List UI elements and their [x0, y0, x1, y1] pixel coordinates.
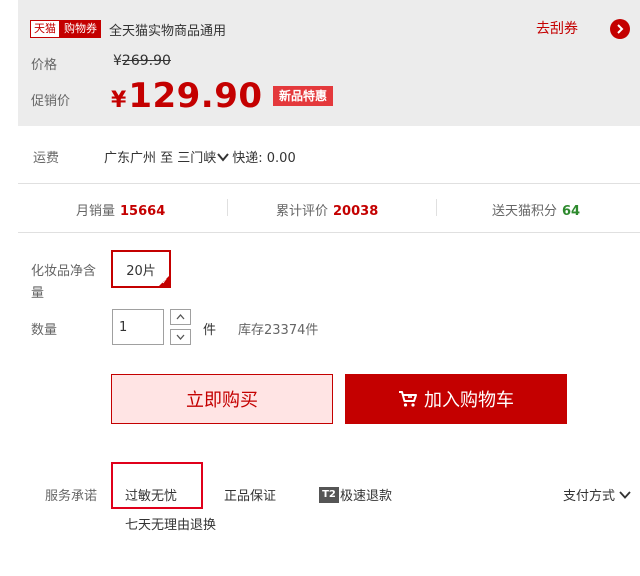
tmall-points: 送天猫积分 64 — [492, 200, 580, 219]
promo-price-label: 促销价 — [31, 94, 71, 109]
scratch-coupon-arrow-button[interactable] — [610, 19, 630, 39]
total-reviews[interactable]: 累计评价 20038 — [276, 200, 378, 219]
quantity-decrease-button[interactable] — [170, 329, 191, 345]
cart-icon — [399, 391, 417, 407]
shipping-method: 快递: 0.00 — [232, 151, 296, 166]
t2-badge-icon: T2 — [319, 486, 339, 503]
monthly-sales-value: 15664 — [120, 204, 166, 219]
total-reviews-label: 累计评价 — [276, 204, 329, 219]
original-price-label: 价格 — [31, 58, 58, 73]
divider — [436, 199, 437, 216]
promo-row: 天猫 购物券 全天猫实物商品通用 — [30, 19, 226, 39]
sku-label-line2: 量 — [31, 286, 45, 301]
add-to-cart-label: 加入购物车 — [424, 390, 514, 411]
original-price-currency: ¥ — [113, 53, 122, 69]
service-allergy-worry-free[interactable]: 过敏无忧 — [125, 485, 177, 504]
shipping-label: 运费 — [33, 151, 60, 166]
add-to-cart-button[interactable]: 加入购物车 — [345, 374, 567, 424]
total-reviews-value: 20038 — [333, 204, 379, 219]
caret-up-icon — [176, 314, 185, 320]
promo-price-currency: ¥ — [111, 88, 127, 113]
payment-methods-dropdown[interactable]: 支付方式 — [563, 485, 631, 504]
quantity-input[interactable] — [112, 309, 164, 345]
service-fast-refund-label: 极速退款 — [340, 489, 393, 504]
monthly-sales-label: 月销量 — [76, 204, 116, 219]
checkmark-icon: ✓ — [161, 277, 168, 286]
payment-methods-label: 支付方式 — [563, 489, 616, 504]
coupon-badge: 购物券 — [60, 20, 101, 38]
buy-now-label: 立即购买 — [186, 390, 258, 411]
promo-price-value: 129.90 — [128, 76, 263, 116]
quantity-label: 数量 — [31, 323, 58, 338]
shipping-route: 广东广州 至 三门峡 — [104, 151, 217, 166]
chevron-right-icon — [617, 24, 624, 34]
tmall-points-value: 64 — [562, 204, 581, 219]
chevron-down-icon[interactable] — [216, 150, 230, 164]
caret-down-icon — [176, 334, 185, 340]
sku-option-selected[interactable]: 20片 ✓ — [111, 250, 171, 288]
service-promise-label: 服务承诺 — [45, 489, 98, 504]
promo-price: ¥ 129.90 — [111, 76, 263, 116]
tmall-badge: 天猫 — [30, 20, 60, 38]
promo-text: 全天猫实物商品通用 — [109, 23, 227, 39]
tmall-points-label: 送天猫积分 — [492, 204, 558, 219]
sku-option-label: 20片 — [126, 263, 156, 279]
monthly-sales: 月销量 15664 — [76, 200, 165, 219]
original-price: ¥269.90 — [113, 53, 171, 69]
service-fast-refund[interactable]: T2 极速退款 — [319, 485, 392, 504]
divider — [227, 199, 228, 216]
quantity-unit: 件 — [203, 323, 217, 338]
sku-label: 化妆品净含 量 — [31, 261, 107, 305]
new-product-badge: 新品特惠 — [273, 86, 334, 106]
buy-now-button[interactable]: 立即购买 — [111, 374, 333, 424]
stock-count: 库存23374件 — [238, 323, 319, 338]
divider — [18, 232, 640, 233]
shipping-info: 广东广州 至 三门峡 快递: 0.00 — [104, 147, 296, 166]
original-price-value: 269.90 — [121, 53, 171, 69]
price-panel: 天猫 购物券 全天猫实物商品通用 去刮券 价格 ¥269.90 促销价 ¥ 12… — [18, 0, 640, 126]
sku-label-line1: 化妆品净含 — [31, 264, 97, 279]
scratch-coupon-link[interactable]: 去刮券 — [536, 19, 578, 39]
service-authentic-guarantee[interactable]: 正品保证 — [224, 485, 276, 504]
chevron-down-icon — [619, 490, 631, 499]
service-seven-day-return[interactable]: 七天无理由退换 — [125, 514, 216, 533]
divider — [18, 183, 640, 184]
quantity-increase-button[interactable] — [170, 309, 191, 325]
